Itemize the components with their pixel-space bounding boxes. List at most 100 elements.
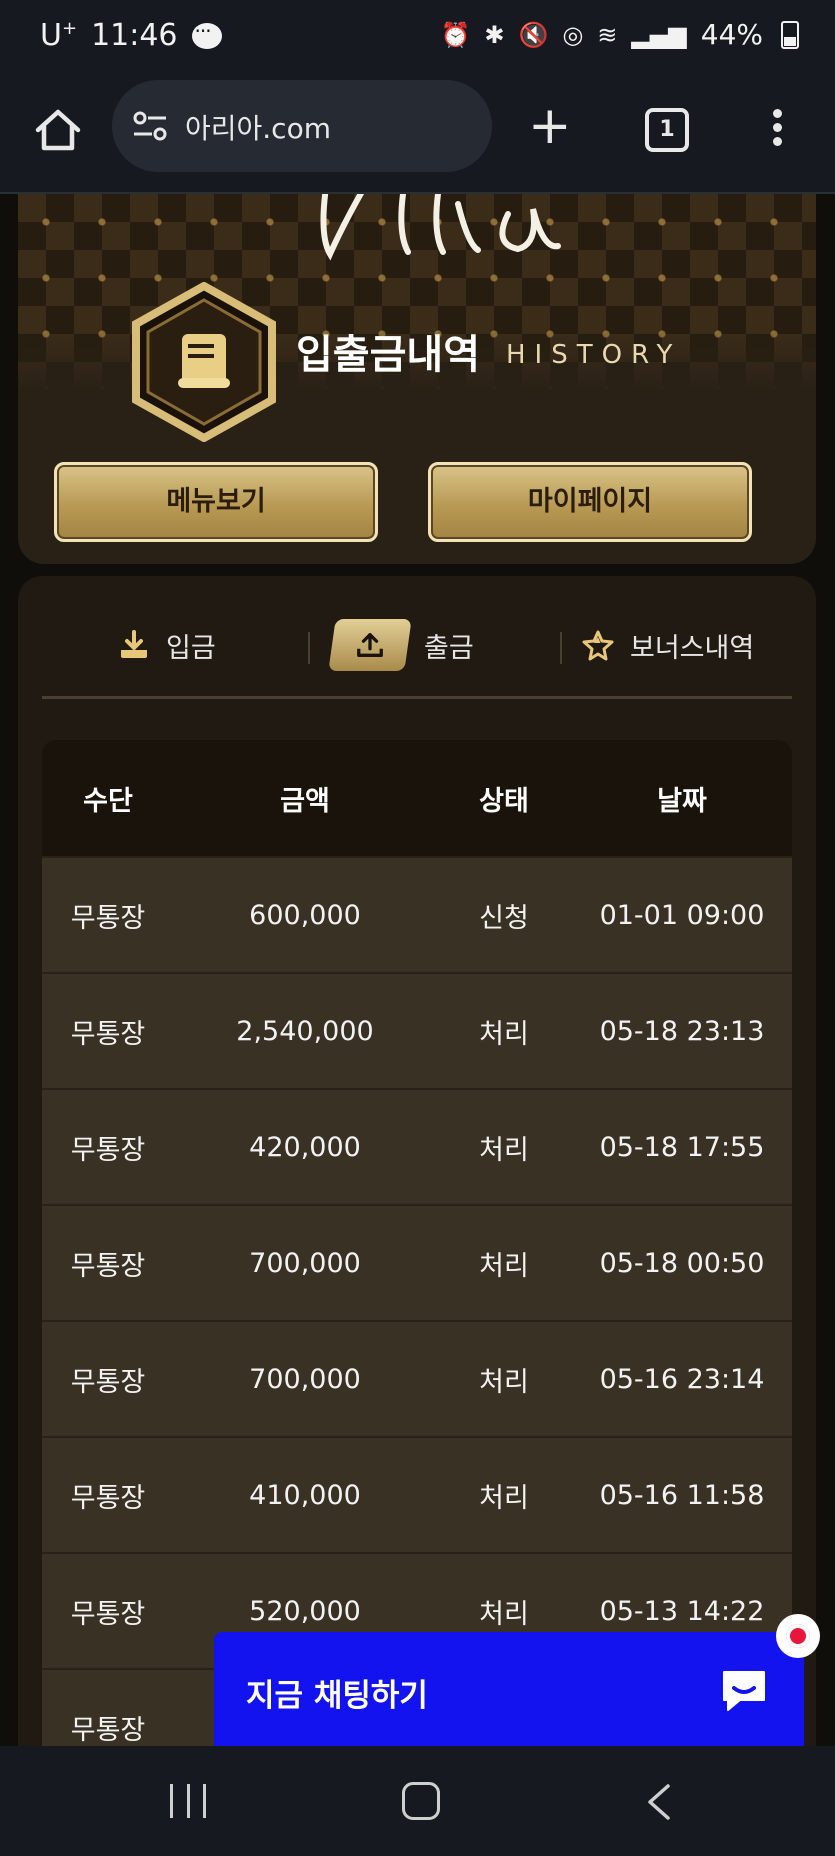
- chat-now-button[interactable]: 지금 채팅하기: [214, 1632, 804, 1748]
- cell-method: 무통장: [70, 1366, 146, 1398]
- battery-icon: [781, 20, 799, 49]
- cell-method: 무통장: [70, 1714, 146, 1746]
- cell-date: 01-01 09:00: [599, 899, 765, 931]
- star-icon: [582, 630, 614, 661]
- cell-status: 처리: [479, 1366, 529, 1398]
- wifi-icon: ≋: [597, 20, 618, 49]
- upload-icon: [357, 633, 383, 657]
- cell-status: 처리: [479, 1482, 529, 1514]
- header-amount: 금액: [280, 785, 330, 817]
- cell-date: 05-18 17:55: [599, 1131, 765, 1163]
- cell-amount: 520,000: [249, 1595, 361, 1627]
- new-tab-button[interactable]: +: [528, 100, 572, 152]
- cell-amount: 2,540,000: [236, 1015, 374, 1047]
- tab-separator: [308, 632, 310, 664]
- alarm-icon: ⏰: [440, 20, 471, 49]
- carrier-text: U: [40, 18, 62, 53]
- chat-bubble-icon: [723, 1671, 765, 1711]
- tab-withdraw[interactable]: 출금: [328, 608, 474, 682]
- status-bar: U+ 11:46 ⏰ ✱ 🔇 ◎ ≋ ▂▄▆ 44%: [0, 0, 835, 78]
- cell-method: 무통장: [70, 1134, 146, 1166]
- carrier-sup: +: [61, 18, 78, 39]
- clock: 11:46: [91, 18, 178, 53]
- dot-icon: [772, 123, 782, 132]
- cell-status: 처리: [479, 1250, 529, 1282]
- cell-amount: 600,000: [249, 899, 361, 931]
- table-row: 무통장 420,000 처리 05-18 17:55: [42, 1088, 792, 1204]
- carrier-label: U+: [40, 18, 77, 53]
- cell-amount: 410,000: [249, 1479, 361, 1511]
- system-nav-bar: [0, 1746, 835, 1856]
- cell-method: 무통장: [70, 1018, 146, 1050]
- url-text: 아리아.com: [185, 112, 331, 145]
- history-badge: [132, 282, 276, 442]
- back-icon[interactable]: [640, 1782, 680, 1822]
- table-row: 무통장 410,000 처리 05-16 11:58: [42, 1436, 792, 1552]
- book-icon: [178, 334, 230, 388]
- dot-icon: [772, 109, 782, 118]
- home-icon: [35, 109, 81, 151]
- header-status: 상태: [479, 785, 529, 817]
- site-settings-icon: [133, 111, 167, 141]
- page-title: 입출금내역: [296, 332, 480, 378]
- table-row: 무통장 700,000 처리 05-16 23:14: [42, 1320, 792, 1436]
- cell-date: 05-13 14:22: [599, 1595, 765, 1627]
- table-row: 무통장 600,000 신청 01-01 09:00: [42, 856, 792, 972]
- hero-banner: 입출금내역 HISTORY 메뉴보기 마이페이지: [18, 194, 816, 564]
- status-left: U+ 11:46: [40, 18, 222, 53]
- recent-apps-icon-bar: [203, 1784, 206, 1818]
- cell-method: 무통장: [70, 1250, 146, 1282]
- logo-script-graphic: [320, 194, 561, 261]
- mypage-button[interactable]: 마이페이지: [428, 462, 752, 542]
- chat-label: 지금 채팅하기: [246, 1678, 428, 1714]
- tab-bonus[interactable]: 보너스내역: [582, 608, 754, 682]
- hotspot-icon: ◎: [562, 20, 584, 49]
- history-tabs: 입금 출금 보너스내역: [42, 608, 792, 682]
- status-right: ⏰ ✱ 🔇 ◎ ≋ ▂▄▆ 44%: [440, 18, 799, 51]
- more-menu-button[interactable]: [770, 104, 784, 151]
- tab-bonus-label: 보너스내역: [630, 632, 755, 664]
- header-date: 날짜: [657, 785, 707, 817]
- menu-button[interactable]: 메뉴보기: [54, 462, 378, 542]
- dot-icon: [772, 137, 782, 146]
- cell-amount: 700,000: [249, 1363, 361, 1395]
- message-icon: [191, 19, 222, 49]
- history-panel: 입금 출금 보너스내역 수단 금액 상태 날짜 무통장 600,000 신청 0…: [18, 576, 816, 1746]
- browser-toolbar: 아리아.com + 1: [0, 78, 835, 194]
- home-button[interactable]: [30, 102, 86, 158]
- cell-method: 무통장: [70, 902, 146, 934]
- download-icon: [121, 630, 147, 658]
- tab-withdraw-label: 출금: [424, 632, 474, 664]
- plus-icon: +: [528, 96, 572, 156]
- cell-date: 05-18 23:13: [599, 1015, 765, 1047]
- battery-percent: 44%: [700, 18, 763, 51]
- page-subtitle: HISTORY: [506, 340, 682, 370]
- signal-icon: ▂▄▆: [631, 20, 687, 49]
- recent-apps-button[interactable]: [170, 1784, 206, 1818]
- nav-home-button[interactable]: [402, 1782, 440, 1820]
- mute-icon: 🔇: [518, 20, 549, 49]
- notification-dot-icon[interactable]: [776, 1614, 820, 1658]
- tab-separator: [560, 632, 562, 664]
- table-row: 무통장 700,000 처리 05-18 00:50: [42, 1204, 792, 1320]
- address-bar[interactable]: 아리아.com: [112, 80, 492, 172]
- cell-method: 무통장: [70, 1598, 146, 1630]
- cell-method: 무통장: [70, 1482, 146, 1514]
- recent-apps-icon-bar: [170, 1784, 173, 1818]
- cell-status: 처리: [479, 1018, 529, 1050]
- page-content: 입출금내역 HISTORY 메뉴보기 마이페이지 입금 출금 보너스내역 수단 …: [0, 194, 835, 1746]
- tab-switcher-button[interactable]: 1: [645, 108, 689, 152]
- cell-status: 처리: [479, 1134, 529, 1166]
- cell-date: 05-16 11:58: [599, 1479, 765, 1511]
- tab-deposit-label: 입금: [166, 632, 216, 664]
- tab-deposit[interactable]: 입금: [118, 608, 216, 682]
- table-row: 무통장 2,540,000 처리 05-18 23:13: [42, 972, 792, 1088]
- cell-date: 05-16 23:14: [599, 1363, 765, 1395]
- cell-amount: 700,000: [249, 1247, 361, 1279]
- cell-date: 05-18 00:50: [599, 1247, 765, 1279]
- notification-dot-center: [793, 1631, 803, 1641]
- history-table: 수단 금액 상태 날짜 무통장 600,000 신청 01-01 09:00 무…: [42, 740, 792, 1746]
- recent-apps-icon-bar: [186, 1784, 190, 1818]
- header-method: 수단: [83, 785, 133, 817]
- cell-amount: 420,000: [249, 1131, 361, 1163]
